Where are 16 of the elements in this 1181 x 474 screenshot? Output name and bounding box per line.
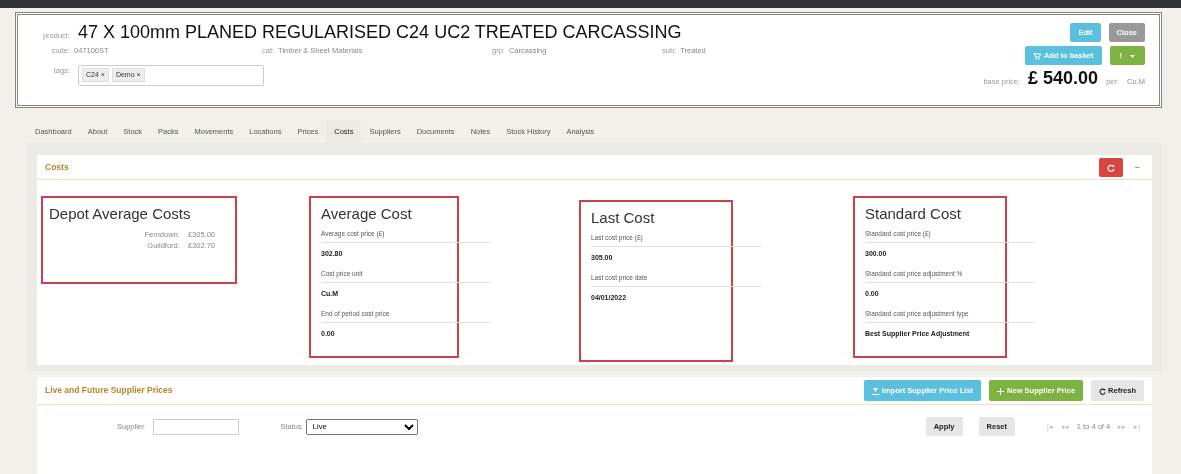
box-title: Last Cost	[591, 210, 656, 227]
box-title: Depot Average Costs	[49, 206, 192, 223]
base-price: £ 540.00	[1028, 69, 1099, 87]
panel-title: Costs	[45, 160, 69, 174]
refresh-button[interactable]	[1099, 157, 1124, 177]
panel-title: Live and Future Supplier Prices	[45, 384, 173, 398]
supplier-field[interactable]	[152, 418, 239, 435]
refresh-icon	[1107, 164, 1116, 173]
box-title: Average Cost	[321, 206, 413, 223]
caret-icon	[1130, 54, 1135, 58]
refresh-icon	[1099, 387, 1107, 395]
import-icon	[871, 387, 879, 395]
plus-icon	[997, 387, 1005, 395]
cart-icon	[1032, 52, 1041, 60]
product-title: 47 X 100mm PLANED REGULARISED C24 UC2 TREATED CARCASSING	[78, 23, 682, 41]
box-title: Standard Cost	[865, 206, 962, 223]
